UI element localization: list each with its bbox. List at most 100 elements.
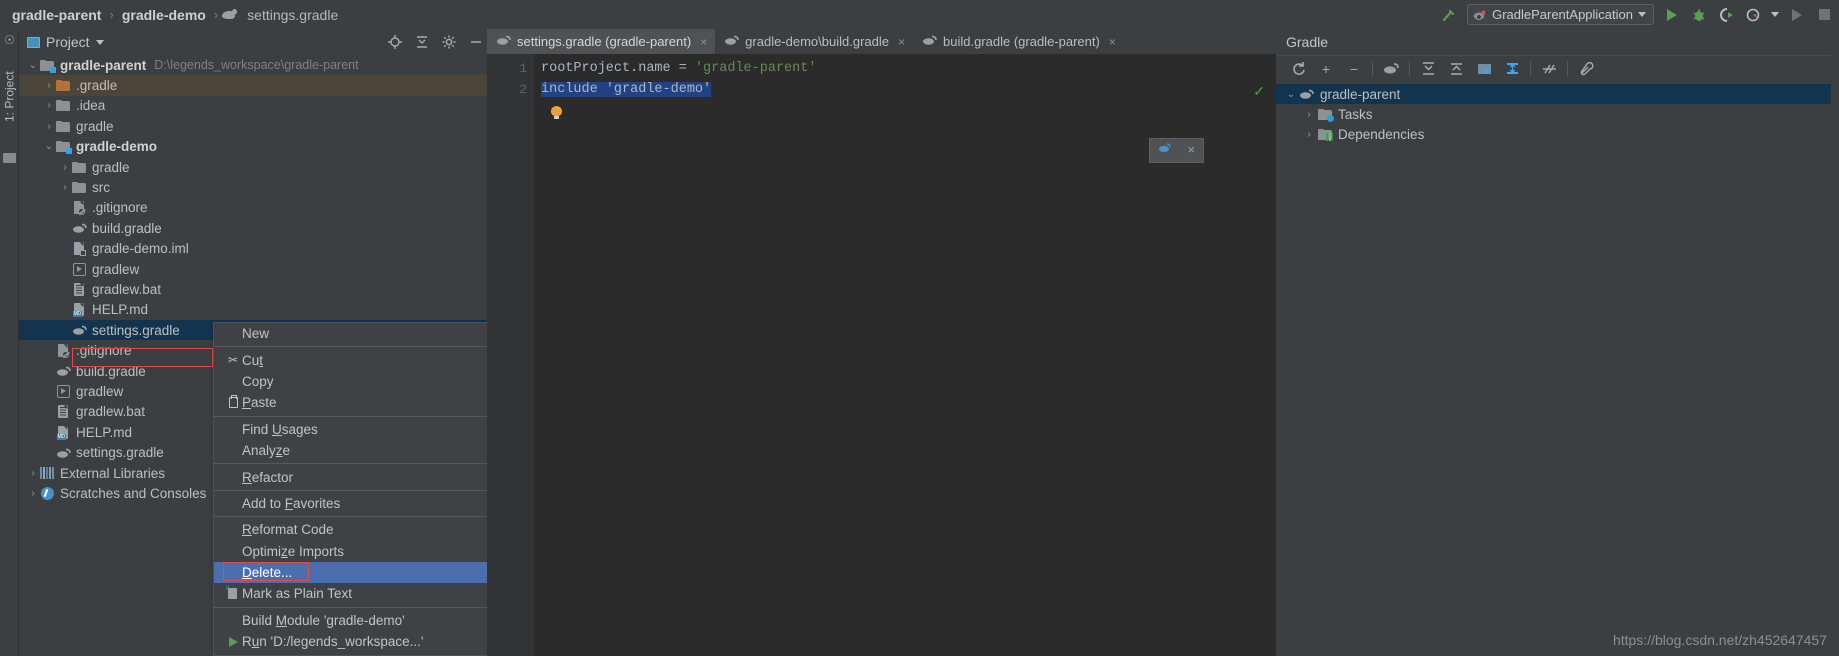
settings-gear-icon[interactable] bbox=[441, 35, 456, 50]
inspection-status-icon[interactable]: ✓ bbox=[1253, 84, 1265, 101]
tree-item-help-md[interactable]: MD HELP.md bbox=[19, 300, 487, 320]
chevron-right-icon[interactable]: › bbox=[43, 80, 55, 91]
chevron-right-icon[interactable]: › bbox=[27, 488, 39, 499]
chevron-right-icon[interactable]: › bbox=[59, 162, 71, 173]
code-line-2: include 'gradle-demo' bbox=[541, 79, 712, 100]
tree-item-gradle-parent[interactable]: ⌄ gradle-parent D:\legends_workspace\gradl… bbox=[19, 55, 487, 75]
editor-tab-label: gradle-demo\build.gradle bbox=[745, 34, 889, 49]
close-icon[interactable]: × bbox=[898, 35, 905, 49]
folder-icon[interactable] bbox=[3, 153, 16, 163]
tasks-icon bbox=[1316, 109, 1334, 123]
build-hammer-icon[interactable] bbox=[1440, 6, 1458, 24]
rerun-icon[interactable] bbox=[1788, 6, 1806, 24]
dependencies-icon bbox=[1316, 129, 1333, 142]
locate-icon[interactable] bbox=[387, 35, 402, 50]
chevron-right-icon[interactable]: › bbox=[27, 468, 39, 479]
editor-tab-2[interactable]: build.gradle (gradle-parent) × bbox=[913, 29, 1124, 54]
gradle-elephant-icon bbox=[72, 325, 87, 335]
toolbar-divider bbox=[1409, 61, 1410, 76]
editor-area: settings.gradle (gradle-parent) × gradle-d… bbox=[487, 29, 1276, 656]
refresh-icon[interactable] bbox=[1284, 57, 1312, 81]
chevron-right-icon[interactable]: › bbox=[43, 100, 55, 111]
folder-icon bbox=[72, 161, 86, 173]
chevron-down-icon[interactable] bbox=[95, 39, 104, 45]
folder-orange-icon bbox=[55, 80, 71, 92]
menu-item-icon: ✂ bbox=[224, 353, 242, 367]
tree-item-src[interactable]: › src bbox=[19, 177, 487, 197]
gradle-tree-item-gradle-parent[interactable]: ⌄ gradle-parent bbox=[1276, 84, 1831, 105]
close-icon[interactable]: × bbox=[700, 35, 707, 49]
chevron-right-icon[interactable]: › bbox=[1302, 129, 1316, 140]
gitignore-icon bbox=[55, 343, 71, 359]
module-icon[interactable] bbox=[1470, 57, 1498, 81]
code-editor[interactable]: 1 2 rootProject.name = 'gradle-parent' i… bbox=[487, 54, 1276, 656]
close-icon[interactable]: × bbox=[1109, 35, 1116, 49]
chevron-down-icon[interactable]: ⌄ bbox=[43, 141, 55, 152]
executable-file-icon bbox=[56, 384, 70, 398]
chevron-down-icon[interactable]: ⌄ bbox=[1284, 89, 1298, 100]
tree-item-build-gradle[interactable]: build.gradle bbox=[19, 218, 487, 238]
hide-panel-icon[interactable] bbox=[468, 35, 483, 50]
remove-icon[interactable]: − bbox=[1340, 57, 1368, 81]
tree-item--gradle[interactable]: › .gradle bbox=[19, 75, 487, 96]
module-folder-icon bbox=[40, 59, 56, 73]
scratch-icon bbox=[39, 486, 55, 500]
gradle-refresh-icon[interactable] bbox=[1158, 142, 1172, 159]
wrench-icon[interactable] bbox=[1572, 57, 1600, 81]
editor-tab-1[interactable]: gradle-demo\build.gradle × bbox=[715, 29, 913, 54]
tree-item-gradle-demo[interactable]: ⌄ gradle-demo bbox=[19, 137, 487, 157]
gradle-elephant-icon[interactable] bbox=[1377, 57, 1405, 81]
project-panel-header: Project bbox=[19, 29, 487, 55]
run-with-coverage-icon[interactable] bbox=[1717, 6, 1735, 24]
chevron-right-icon[interactable]: › bbox=[1302, 109, 1316, 120]
profiler-icon[interactable] bbox=[1744, 6, 1762, 24]
toggle-offline-icon[interactable] bbox=[1535, 57, 1563, 81]
chevron-down-icon[interactable]: ⌄ bbox=[27, 60, 39, 71]
add-icon[interactable]: + bbox=[1312, 57, 1340, 81]
gradle-tree-item-tasks[interactable]: › Tasks bbox=[1276, 104, 1831, 124]
chevron-down-icon[interactable] bbox=[1771, 12, 1779, 17]
tree-item-gradle-demo-iml[interactable]: gradle-demo.iml bbox=[19, 239, 487, 259]
gradle-run-icon bbox=[1473, 9, 1486, 20]
collapse-all-icon[interactable] bbox=[1442, 57, 1470, 81]
chevron-right-icon[interactable]: › bbox=[43, 121, 55, 132]
debug-icon[interactable] bbox=[1690, 6, 1708, 24]
run-icon[interactable] bbox=[1663, 6, 1681, 24]
breadcrumb-item-1[interactable]: gradle-demo bbox=[118, 7, 210, 23]
tree-item-label: HELP.md bbox=[76, 424, 133, 440]
tree-item-gradlew-bat[interactable]: gradlew.bat bbox=[19, 279, 487, 299]
code-token-string: 'gradle-parent' bbox=[694, 61, 817, 76]
run-configuration-name: GradleParentApplication bbox=[1492, 7, 1633, 22]
breadcrumb-item-2[interactable]: settings.gradle bbox=[243, 7, 342, 23]
tree-item-gradle[interactable]: › gradle bbox=[19, 157, 487, 177]
tree-item-gradlew[interactable]: gradlew bbox=[19, 259, 487, 279]
breadcrumb-item-0[interactable]: gradle-parent bbox=[8, 7, 105, 23]
run-configuration-selector[interactable]: GradleParentApplication bbox=[1467, 4, 1654, 25]
editor-floating-toolbar[interactable]: × bbox=[1149, 138, 1204, 163]
link-icon[interactable] bbox=[1498, 57, 1526, 81]
plug-icon[interactable]: ☉ bbox=[4, 34, 15, 46]
gradle-tree-item-dependencies[interactable]: › Dependencies bbox=[1276, 125, 1831, 145]
editor-tab-0[interactable]: settings.gradle (gradle-parent) × bbox=[487, 29, 716, 54]
tree-item--gitignore[interactable]: .gitignore bbox=[19, 198, 487, 218]
gradle-elephant-icon bbox=[1298, 88, 1315, 100]
editor-tab-label: build.gradle (gradle-parent) bbox=[943, 34, 1100, 49]
intention-bulb-icon[interactable] bbox=[551, 106, 562, 119]
stop-icon[interactable] bbox=[1815, 6, 1833, 24]
close-icon[interactable]: × bbox=[1187, 143, 1195, 158]
tree-item-label: .idea bbox=[76, 98, 106, 114]
tree-item--idea[interactable]: › .idea bbox=[19, 96, 487, 116]
chevron-right-icon[interactable]: › bbox=[59, 182, 71, 193]
line-number: 1 bbox=[519, 61, 527, 76]
tree-item-label: gradle-parent bbox=[60, 57, 147, 73]
gitignore-icon bbox=[57, 343, 70, 359]
collapse-all-icon[interactable] bbox=[414, 35, 429, 50]
folder-icon bbox=[55, 100, 71, 112]
expand-all-icon[interactable] bbox=[1414, 57, 1442, 81]
editor-tab-bar[interactable]: settings.gradle (gradle-parent) × gradle-d… bbox=[487, 29, 1276, 54]
sidebar-tab-project[interactable]: 1: Project bbox=[0, 55, 19, 139]
tree-item-gradle[interactable]: › gradle bbox=[19, 116, 487, 136]
chevron-down-icon[interactable] bbox=[1638, 12, 1646, 17]
gradle-tree[interactable]: ⌄ gradle-parent › Tasks › Dependencies bbox=[1276, 84, 1831, 145]
gitignore-icon bbox=[73, 200, 86, 216]
